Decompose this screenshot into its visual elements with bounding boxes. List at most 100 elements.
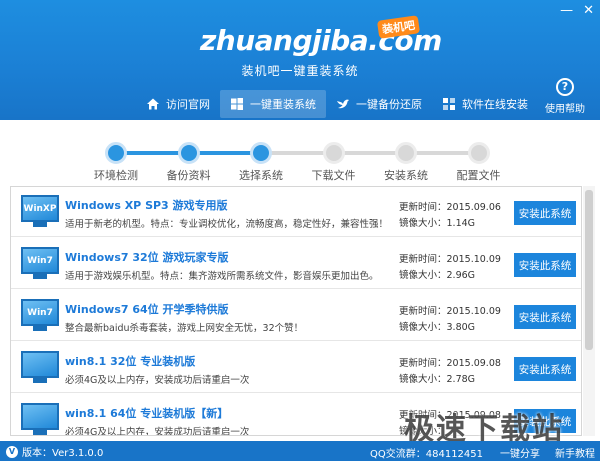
nav-item-label: 软件在线安装 [462,98,528,111]
update-time-value: 2015.10.09 [446,306,501,317]
status-bar: V 版本：Ver3.1.0.0 QQ交流群：484112451 一键分享 新手教… [0,441,600,461]
image-size-value: 2.96G [446,270,476,281]
help-icon: ? [556,78,574,96]
update-time-value: 2015.09.06 [446,202,501,213]
os-title[interactable]: Windows7 32位 游戏玩家专版 [65,249,229,265]
system-row: WinXP Windows XP SP3 游戏专用版适用于新老的机型。特点：专业调… [11,187,581,237]
image-size: 镜像大小：2.78G [399,371,475,385]
monitor-icon [21,351,59,385]
update-time-value: 2015.09.08 [446,358,501,369]
image-size-value: 2.78G [446,374,476,385]
home-icon [147,98,159,110]
step-dot [322,142,345,164]
install-button[interactable]: 安装此系统 [514,253,576,277]
tutorial-button[interactable]: 新手教程 [555,445,595,460]
image-size-label: 镜像大小： [399,374,447,385]
os-title[interactable]: Windows XP SP3 游戏专用版 [65,197,228,213]
os-description: 必须4G及以上内存，安装成功后请重启一次 [65,427,250,436]
update-time: 更新时间：2015.09.06 [399,199,501,213]
bird-icon [337,99,349,109]
monitor-stand [33,430,47,435]
monitor-stand [33,222,47,227]
monitor-icon: Win7 [21,247,59,281]
app-header: — ✕ zhuangjiba.com 装机吧 装机吧一键重装系统 ? 使用帮助 … [0,0,600,120]
main-nav: 访问官网 一键重装系统 一键备份还原 软件在线安装 [136,90,538,118]
step-dot [467,142,490,164]
progress-steps: 环境检测 备份资料 选择系统 下载文件 安装系统 配置文件 [0,120,600,184]
install-button[interactable]: 安装此系统 [514,357,576,381]
image-size-value: 3.80G [446,322,476,333]
image-size: 镜像大小：2.96G [399,267,475,281]
nav-item-label: 一键重装系统 [250,98,316,111]
nav-item-backup[interactable]: 一键备份还原 [326,90,432,118]
nav-item-label: 一键备份还原 [356,98,422,111]
update-time-label: 更新时间： [399,254,447,265]
qq-group-link[interactable]: QQ交流群：484112451 [370,445,483,460]
update-time: 更新时间：2015.10.09 [399,303,501,317]
os-description: 适用于新老的机型。特点：专业调校优化，流畅度高，稳定性好，兼容性强！ [65,219,389,230]
install-button[interactable]: 安装此系统 [514,305,576,329]
system-row: win8.1 32位 专业装机版必须4G及以上内存，安装成功后请重启一次 更新时间… [11,343,581,393]
scrollbar-thumb[interactable] [585,190,593,350]
system-row: Win7 Windows7 32位 游戏玩家专版适用于游戏娱乐机型。特点：集齐游戏… [11,239,581,289]
nav-item-website[interactable]: 访问官网 [136,90,220,118]
os-description: 必须4G及以上内存，安装成功后请重启一次 [65,375,250,386]
nav-item-software[interactable]: 软件在线安装 [432,90,538,118]
step-label: 下载文件 [311,169,356,182]
update-time: 更新时间：2015.09.08 [399,355,501,369]
image-size-value: 1.14G [446,218,476,229]
step-dot [177,142,200,164]
os-title[interactable]: win8.1 32位 专业装机版 [65,353,195,369]
install-button[interactable]: 安装此系统 [514,201,576,225]
system-list: WinXP Windows XP SP3 游戏专用版适用于新老的机型。特点：专业调… [10,186,582,436]
step-label: 环境检测 [94,169,138,182]
step-label: 选择系统 [239,169,283,182]
monitor-stand [33,326,47,331]
windows-icon [231,98,243,110]
window-controls: — ✕ [560,4,594,17]
step-label: 安装系统 [384,169,428,182]
os-thumbnail [21,351,59,378]
version-info: V 版本：Ver3.1.0.0 [6,444,103,459]
minimize-icon[interactable]: — [560,4,573,17]
share-button[interactable]: 一键分享 [500,445,540,460]
image-size-label: 镜像大小： [399,218,447,229]
os-description: 整合最新baidu杀毒套装，游戏上网安全无忧，32个赞！ [65,323,304,334]
monitor-icon: WinXP [21,195,59,229]
update-time-label: 更新时间： [399,358,447,369]
step-label: 配置文件 [456,169,501,182]
update-time-value: 2015.10.09 [446,254,501,265]
app-subtitle: 装机吧一键重装系统 [241,64,359,78]
update-time: 更新时间：2015.10.09 [399,251,501,265]
step-label: 备份资料 [166,169,211,182]
nav-item-reinstall[interactable]: 一键重装系统 [220,90,326,118]
image-size-label: 镜像大小： [399,322,447,333]
step-dot [250,142,272,164]
image-size: 镜像大小：1.14G [399,215,475,229]
os-description: 适用于游戏娱乐机型。特点：集齐游戏所需系统文件，影音娱乐更加出色。 [65,271,379,282]
help-button[interactable]: ? 使用帮助 [540,78,590,115]
version-text: 版本：Ver3.1.0.0 [22,448,104,459]
version-icon: V [6,445,18,458]
close-icon[interactable]: ✕ [583,4,594,17]
os-thumbnail: Win7 [21,247,59,274]
monitor-stand [33,378,47,383]
apps-icon [443,98,455,110]
image-size-label: 镜像大小： [399,270,447,281]
os-thumbnail: WinXP [21,195,59,222]
system-row: Win7 Windows7 64位 开学季特供版整合最新baidu杀毒套装，游戏上… [11,291,581,341]
update-time-label: 更新时间： [399,202,447,213]
os-title[interactable]: Windows7 64位 开学季特供版 [65,301,229,317]
image-size: 镜像大小：3.80G [399,319,475,333]
help-label: 使用帮助 [545,104,585,115]
list-scrollbar[interactable] [583,186,595,436]
update-time-label: 更新时间： [399,306,447,317]
os-thumbnail [21,403,59,430]
step-dot [395,142,417,164]
monitor-stand [33,274,47,279]
monitor-icon [21,403,59,435]
monitor-icon: Win7 [21,299,59,333]
os-thumbnail: Win7 [21,299,59,326]
step-dot [105,142,127,164]
os-title[interactable]: win8.1 64位 专业装机版【新】 [65,405,228,421]
